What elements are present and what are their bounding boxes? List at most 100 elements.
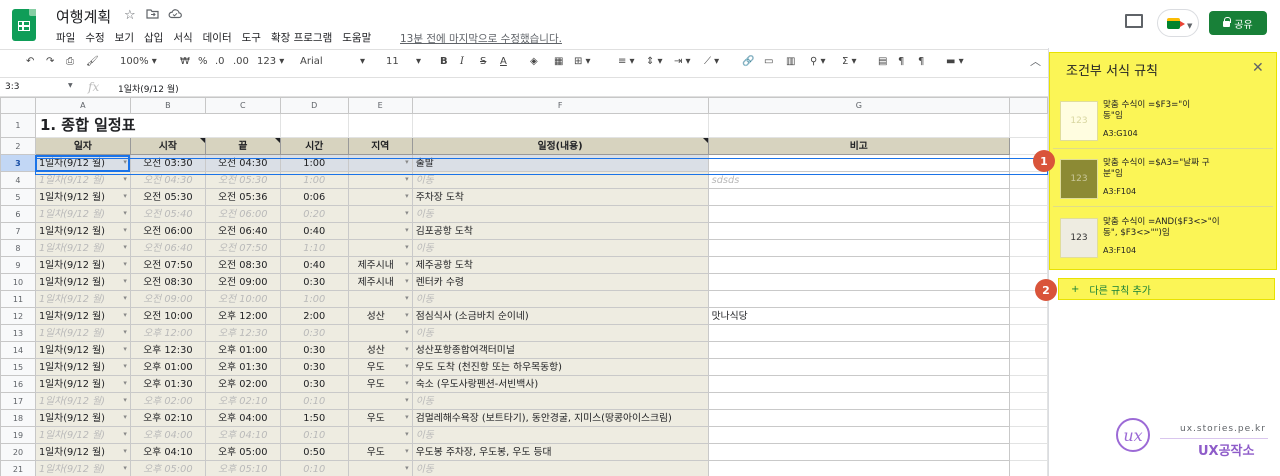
cell-notes[interactable] (707, 290, 1011, 308)
cell-duration[interactable]: 1:50 (279, 409, 349, 427)
cell-start[interactable]: 오전 09:00 (129, 290, 206, 308)
sheet-title-cell[interactable]: 1. 종합 일정표 (34, 113, 281, 138)
cell[interactable] (1009, 409, 1048, 427)
cell-end[interactable]: 오전 10:00 (204, 290, 281, 308)
cell[interactable] (1009, 222, 1048, 240)
cell-schedule[interactable]: 점심식사 (소금바치 순이네) (411, 307, 709, 325)
decrease-decimal-button[interactable]: .0 (215, 56, 225, 67)
row-header[interactable]: 1 (0, 113, 36, 138)
borders-icon[interactable]: ▦ (554, 56, 563, 67)
column-header-d[interactable]: D (279, 97, 349, 114)
close-icon[interactable]: ✕ (1252, 60, 1264, 76)
cell-start[interactable]: 오전 06:00 (129, 222, 206, 240)
cell-end[interactable]: 오전 05:36 (204, 188, 281, 206)
cell-end[interactable]: 오후 02:10 (204, 392, 281, 410)
cell-schedule[interactable]: 이동 (411, 460, 709, 476)
cell-date[interactable]: 1일차(9/12 월) (34, 324, 131, 342)
cell[interactable] (347, 113, 413, 138)
row-header[interactable]: 6 (0, 205, 36, 223)
cell[interactable] (1009, 171, 1048, 189)
cell-start[interactable]: 오후 05:00 (129, 460, 206, 476)
cell[interactable] (1009, 443, 1048, 461)
header-date[interactable]: 일자 (34, 137, 131, 155)
cell-schedule[interactable]: 주차장 도착 (411, 188, 709, 206)
cell-date[interactable]: 1일차(9/12 월) (34, 409, 131, 427)
cell[interactable] (1009, 256, 1048, 274)
cell-notes[interactable] (707, 443, 1011, 461)
cell-region[interactable] (347, 239, 413, 257)
cell-schedule[interactable]: 이동 (411, 171, 709, 189)
cell-date[interactable]: 1일차(9/12 월) (34, 171, 131, 189)
font-size-select[interactable]: 11 (386, 56, 399, 67)
text-wrap-icon[interactable]: ⇥ ▾ (674, 56, 691, 67)
cell-duration[interactable]: 0:30 (279, 273, 349, 291)
cell-end[interactable]: 오전 04:30 (204, 154, 281, 172)
rtl-icon[interactable]: ¶ (918, 56, 924, 67)
cell-region[interactable] (347, 188, 413, 206)
filter-icon[interactable]: ⚲ ▾ (810, 56, 826, 67)
row-header[interactable]: 15 (0, 358, 36, 376)
cell[interactable] (1009, 324, 1048, 342)
row-header[interactable]: 17 (0, 392, 36, 410)
sheet-grid[interactable]: A B C D E F G 1 1. 종합 일정표 2 일자 시작 끝 시간 지… (0, 97, 1048, 476)
cell-notes[interactable] (707, 324, 1011, 342)
star-icon[interactable]: ☆ (124, 8, 136, 23)
row-header[interactable]: 19 (0, 426, 36, 444)
cell-duration[interactable]: 0:30 (279, 341, 349, 359)
header-duration[interactable]: 시간 (279, 137, 349, 155)
cell-start[interactable]: 오후 01:30 (129, 375, 206, 393)
cell-region[interactable] (347, 290, 413, 308)
cell-end[interactable]: 오후 02:00 (204, 375, 281, 393)
cell-start[interactable]: 오후 02:10 (129, 409, 206, 427)
cell-start[interactable]: 오전 03:30 (129, 154, 206, 172)
cell-start[interactable]: 오전 06:40 (129, 239, 206, 257)
cell-region[interactable] (347, 392, 413, 410)
cell-schedule[interactable]: 이동 (411, 324, 709, 342)
collapse-toolbar-icon[interactable]: ︿ (1030, 53, 1041, 69)
header-notes[interactable]: 비고 (707, 137, 1011, 155)
cell-notes[interactable] (707, 358, 1011, 376)
cell-start[interactable]: 오후 12:30 (129, 341, 206, 359)
cell-end[interactable]: 오후 05:00 (204, 443, 281, 461)
cell-date[interactable]: 1일차(9/12 월) (34, 205, 131, 223)
cloud-saved-icon[interactable] (168, 8, 182, 23)
row-header[interactable]: 3 (0, 154, 36, 172)
cell-schedule[interactable]: 출발 (411, 154, 709, 172)
cell-end[interactable]: 오후 12:30 (204, 324, 281, 342)
cell-notes[interactable] (707, 341, 1011, 359)
paint-format-icon[interactable]: 🖌 (86, 56, 99, 67)
cell-date[interactable]: 1일차(9/12 월) (34, 239, 131, 257)
cell-region[interactable]: 제주시내 (347, 273, 413, 291)
move-folder-icon[interactable] (146, 8, 159, 23)
cell-duration[interactable]: 1:00 (279, 154, 349, 172)
row-header[interactable]: 5 (0, 188, 36, 206)
cell-notes[interactable]: 맛나식당 (707, 307, 1011, 325)
row-header[interactable]: 9 (0, 256, 36, 274)
row-header[interactable]: 21 (0, 460, 36, 476)
row-header[interactable]: 20 (0, 443, 36, 461)
zoom-select[interactable]: 100% ▾ (120, 56, 157, 67)
menu-view[interactable]: 보기 (115, 30, 134, 45)
cell-region[interactable]: 우도 (347, 358, 413, 376)
cell-schedule[interactable]: 성산포항종합여객터미널 (411, 341, 709, 359)
cell-end[interactable]: 오후 04:10 (204, 426, 281, 444)
cell-region[interactable]: 우도 (347, 409, 413, 427)
cell-notes[interactable] (707, 205, 1011, 223)
cell[interactable] (1009, 239, 1048, 257)
cell-duration[interactable]: 1:00 (279, 290, 349, 308)
cell-date[interactable]: 1일차(9/12 월) (34, 358, 131, 376)
cell-date[interactable]: 1일차(9/12 월) (34, 426, 131, 444)
meet-button[interactable]: ▼ (1157, 9, 1199, 37)
print-icon[interactable]: ⎙ (66, 56, 74, 67)
cell-region[interactable] (347, 426, 413, 444)
column-header-c[interactable]: C (204, 97, 281, 114)
comment-history-icon[interactable] (1125, 14, 1143, 28)
cell-notes[interactable] (707, 273, 1011, 291)
cell-schedule[interactable]: 우도봉 주차장, 우도봉, 우도 등대 (411, 443, 709, 461)
add-rule-button[interactable]: + 다른 규칙 추가 (1058, 278, 1275, 300)
document-title[interactable]: 여행계획 (56, 6, 111, 27)
cell-duration[interactable]: 0:20 (279, 205, 349, 223)
cell-region[interactable]: 성산 (347, 307, 413, 325)
cell-duration[interactable]: 0:40 (279, 256, 349, 274)
row-header[interactable]: 14 (0, 341, 36, 359)
